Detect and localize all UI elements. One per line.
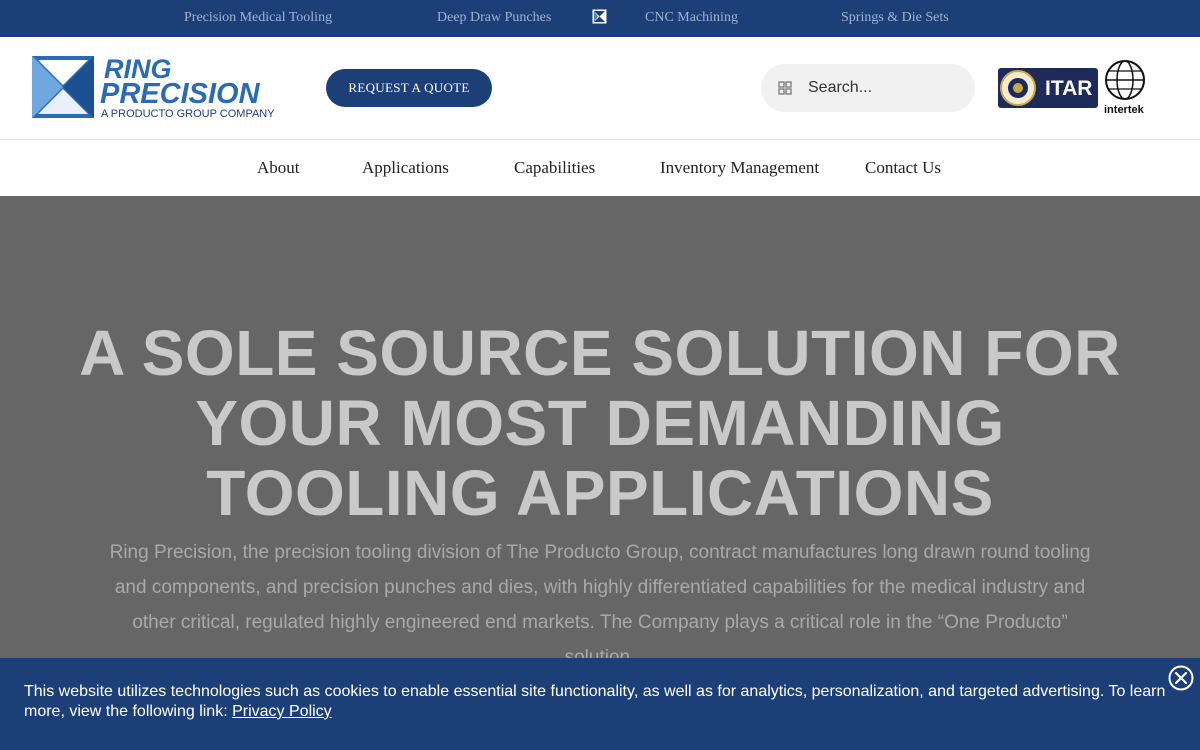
nav-item-about[interactable]: About [257,158,300,178]
top-link-springs-die-sets[interactable]: Springs & Die Sets [841,10,949,26]
site-header: RING PRECISION A PRODUCTO GROUP COMPANY … [0,37,1200,140]
brand-mark-icon [592,9,607,24]
svg-text:intertek: intertek [1104,104,1145,116]
nav-item-capabilities[interactable]: Capabilities [514,158,595,178]
svg-text:PRECISION: PRECISION [100,78,261,110]
nav-item-contact-us[interactable]: Contact Us [865,158,941,178]
cookie-message-text: This website utilizes technologies such … [24,683,1166,720]
itar-badge: ITAR [998,68,1098,108]
top-bar: Precision Medical Tooling Deep Draw Punc… [0,0,1200,37]
nav-item-applications[interactable]: Applications [362,158,449,178]
grid-icon [778,81,792,95]
top-link-deep-draw-punches[interactable]: Deep Draw Punches [437,10,551,26]
top-link-cnc-machining[interactable]: CNC Machining [645,10,738,26]
hero-headline-line-2: YOUR MOST DEMANDING [195,387,1005,459]
main-nav: About Applications Capabilities Inventor… [0,140,1200,196]
ring-precision-logo[interactable]: RING PRECISION A PRODUCTO GROUP COMPANY [30,54,305,122]
hero-description: Ring Precision, the precision tooling di… [109,542,1091,668]
request-quote-button[interactable]: REQUEST A QUOTE [326,69,492,107]
nav-item-inventory-management[interactable]: Inventory Management [660,158,819,178]
svg-text:ITAR: ITAR [1045,77,1092,100]
hero-headline-line-1: A SOLE SOURCE SOLUTION FOR [79,317,1121,389]
close-icon[interactable] [1168,665,1194,691]
privacy-policy-link[interactable]: Privacy Policy [232,703,332,720]
svg-text:A PRODUCTO GROUP COMPANY: A PRODUCTO GROUP COMPANY [101,108,275,120]
search-input[interactable] [808,76,958,100]
hero-headline: A SOLE SOURCE SOLUTION FOR YOUR MOST DEM… [20,318,1180,528]
cookie-message: This website utilizes technologies such … [24,682,1174,722]
cookie-banner: This website utilizes technologies such … [0,658,1200,750]
hero-headline-line-3: TOOLING APPLICATIONS [206,457,994,529]
search-box[interactable] [761,64,975,112]
intertek-badge: intertek [1104,60,1145,116]
top-link-precision-medical-tooling[interactable]: Precision Medical Tooling [184,10,332,26]
